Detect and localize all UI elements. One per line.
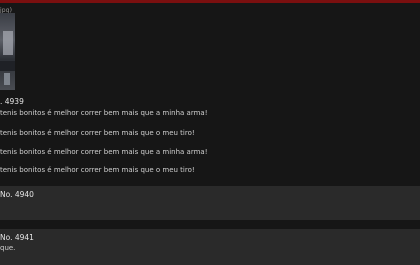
post-number[interactable]: No. 4941 [0, 233, 34, 242]
post-number[interactable]: No. 4940 [0, 190, 34, 199]
post-text-line: tenis bonitos é melhor correr bem mais q… [0, 109, 208, 117]
post-text-line: que. [0, 244, 16, 252]
reply-post: No. 4941 que. [0, 229, 420, 265]
top-accent-bar [0, 0, 420, 3]
reply-post: No. 4940 [0, 186, 420, 220]
post-text-line: tenis bonitos é melhor correr bem mais q… [0, 148, 208, 156]
post-image-thumbnail[interactable] [0, 13, 15, 90]
post-text-line: tenis bonitos é melhor correr bem mais q… [0, 166, 195, 174]
post-text-line: tenis bonitos é melhor correr bem mais q… [0, 129, 195, 137]
post-number[interactable]: . 4939 [0, 97, 24, 106]
